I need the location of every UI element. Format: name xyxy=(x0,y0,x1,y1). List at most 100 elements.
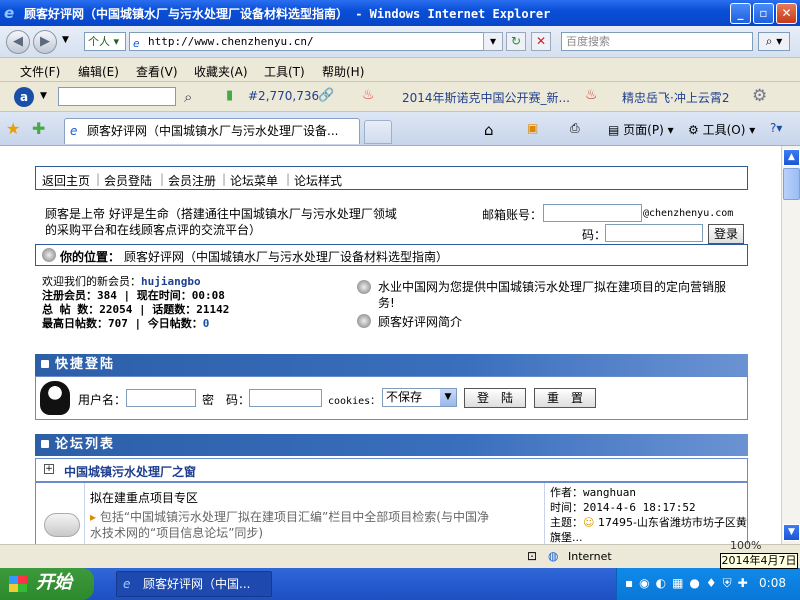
forum-category-link[interactable]: 中国城镇污水处理厂之窗 xyxy=(64,463,196,480)
back-button[interactable]: ◀ xyxy=(6,30,30,54)
new-tab-button[interactable] xyxy=(364,120,392,144)
address-input[interactable]: e http://www.chenzhenyu.cn/ ⟳ xyxy=(129,32,501,51)
tab-ie-icon: e xyxy=(70,124,78,138)
page-icon: e xyxy=(133,37,140,50)
tools-menu[interactable]: ⚙ 工具(O) ▾ xyxy=(688,121,755,138)
personal-button[interactable]: 个人 ▾ xyxy=(84,32,126,51)
toolbar-link-snooker[interactable]: 2014年斯诺克中国公开赛_新... xyxy=(402,89,570,106)
window-title-bar[interactable]: e 顾客好评网（中国城镇水厂与污水处理厂设备材料选型指南） - Windows … xyxy=(0,0,800,26)
toolbar-link-yuefei[interactable]: 精忠岳飞·冲上云霄2 xyxy=(622,89,729,106)
add-favorites-icon[interactable]: ✚ xyxy=(32,119,45,138)
magnifier-icon[interactable]: ⌕ xyxy=(184,88,192,106)
password-input[interactable] xyxy=(605,224,703,242)
menu-bar: 文件(F) 编辑(E) 查看(V) 收藏夹(A) 工具(T) 帮助(H) xyxy=(0,58,800,82)
taskbar-ie-icon: e xyxy=(123,577,131,591)
today-posts: 0 xyxy=(202,317,210,330)
favorites-star-icon[interactable]: ★ xyxy=(6,119,20,138)
cookies-select[interactable]: 不保存 ▼ xyxy=(382,388,457,407)
tools-gear-icon: ⚙ xyxy=(688,123,699,137)
location-value[interactable]: 顾客好评网（中国城镇水厂与污水处理厂设备材料选型指南） xyxy=(124,248,448,265)
nav-login[interactable]: 会员登陆 xyxy=(104,172,152,189)
link-icon[interactable]: 🔗 xyxy=(318,88,334,103)
forum-stats: 欢迎我们的新会员：hujiangbo 注册会员：384 | 现在时间：00:08… xyxy=(42,275,229,331)
fire-icon[interactable]: ♨ xyxy=(362,87,375,103)
email-input[interactable] xyxy=(543,204,642,222)
vertical-scrollbar[interactable]: ▲ ▼ xyxy=(781,146,800,544)
quick-password-label: 密 码： xyxy=(202,393,251,407)
topic-label: 主题： xyxy=(550,516,583,529)
board-title-link[interactable]: 拟在建重点项目专区 xyxy=(90,489,198,506)
nav-forum-style[interactable]: 论坛样式 xyxy=(294,172,342,189)
author-link[interactable]: wanghuan xyxy=(583,486,636,499)
alexa-icon[interactable]: a xyxy=(14,87,34,107)
tab-active[interactable]: e 顾客好评网（中国城镇水厂与污水处理厂设备... xyxy=(64,118,360,144)
notice-marketing[interactable]: 水业中国网为您提供中国城镇污水处理厂拟在建项目的定向营销服务! xyxy=(378,279,736,311)
nav-forum-menu[interactable]: 论坛菜单 xyxy=(230,172,278,189)
tab-title: 顾客好评网（中国城镇水厂与污水处理厂设备... xyxy=(87,124,339,138)
toolbar-search-input[interactable] xyxy=(58,87,176,106)
print-icon[interactable]: ⎙ xyxy=(570,121,580,136)
feed-icon[interactable]: ♨ xyxy=(585,87,598,103)
tools-menu-label: 工具(O) xyxy=(702,123,746,137)
home-icon[interactable]: ⌂ xyxy=(484,121,494,139)
speaker-icon xyxy=(357,314,371,328)
alexa-dropdown-icon[interactable]: ▼ xyxy=(40,91,47,101)
menu-view[interactable]: 查看(V) xyxy=(136,63,178,80)
nav-home[interactable]: 返回主页 xyxy=(42,172,90,189)
zone-label: Internet xyxy=(568,550,612,563)
nav-separator: | xyxy=(286,172,291,186)
board-description-text: 包括“中国城镇污水处理厂拟在建项目汇编”栏目中全部项目检索(与中国净水技术网的“… xyxy=(90,510,489,540)
help-icon[interactable]: ?▾ xyxy=(770,121,782,135)
tray-icons[interactable]: ▪◉◐▦●♦⛨✚ xyxy=(625,576,754,591)
forum-board-row: 拟在建重点项目专区 ▸ 包括“中国城镇污水处理厂拟在建项目汇编”栏目中全部项目检… xyxy=(35,482,748,544)
header-login-button[interactable]: 登录 xyxy=(708,224,744,244)
page-menu-label: 页面(P) xyxy=(623,123,664,137)
refresh-button[interactable]: ↻ xyxy=(506,32,526,51)
scroll-up-button[interactable]: ▲ xyxy=(783,149,800,166)
nav-register[interactable]: 会员注册 xyxy=(168,172,216,189)
maximize-button[interactable]: ▫ xyxy=(753,3,774,24)
tray-clock[interactable]: 0:08 xyxy=(759,576,786,590)
menu-help[interactable]: 帮助(H) xyxy=(322,63,364,80)
forum-category-row: + 中国城镇污水处理厂之窗 xyxy=(35,458,748,482)
close-button[interactable]: ✕ xyxy=(776,3,797,24)
search-icon: ⌕ xyxy=(765,34,773,48)
new-member-link[interactable]: hujiangbo xyxy=(141,275,201,288)
notice-intro[interactable]: 顾客好评网简介 xyxy=(378,313,462,330)
taskbar-item-ie[interactable]: e 顾客好评网（中国... xyxy=(116,571,272,597)
menu-file[interactable]: 文件(F) xyxy=(20,63,60,80)
forward-button[interactable]: ▶ xyxy=(33,30,57,54)
zoom-level[interactable]: 100% xyxy=(730,539,761,552)
page-menu[interactable]: ▤ 页面(P) ▾ xyxy=(608,121,674,138)
start-button[interactable]: 开始 xyxy=(0,568,94,600)
quick-reset-button[interactable]: 重 置 xyxy=(534,388,596,408)
history-dropdown-icon[interactable]: ▼ xyxy=(62,35,69,45)
address-dropdown-button[interactable]: ▾ xyxy=(483,32,503,51)
menu-edit[interactable]: 编辑(E) xyxy=(78,63,119,80)
menu-tools[interactable]: 工具(T) xyxy=(264,63,305,80)
quick-login-title: 快捷登陆 xyxy=(55,357,116,372)
arrow-right-icon: ▸ xyxy=(90,510,100,524)
quick-password-input[interactable] xyxy=(249,389,322,407)
search-button[interactable]: ⌕ ▾ xyxy=(758,32,790,51)
scroll-down-button[interactable]: ▼ xyxy=(783,524,800,541)
minimize-button[interactable]: _ xyxy=(730,3,751,24)
location-label: 你的位置： xyxy=(60,250,121,264)
alexa-rank[interactable]: #2,770,736 xyxy=(248,89,319,103)
rss-icon[interactable]: ▣ xyxy=(527,121,538,135)
site-slogan: 顾客是上帝 好评是生命（搭建通往中国城镇水厂与污水处理厂领域的采购平台和在线顾客… xyxy=(45,207,397,237)
scroll-thumb[interactable] xyxy=(783,168,800,200)
expand-icon[interactable]: + xyxy=(44,464,54,474)
url-text: http://www.chenzhenyu.cn/ xyxy=(148,35,314,48)
top-navigation: 返回主页 | 会员登陆 | 会员注册 | 论坛菜单 | 论坛样式 xyxy=(35,166,748,190)
board-description: ▸ 包括“中国城镇污水处理厂拟在建项目汇编”栏目中全部项目检索(与中国净水技术网… xyxy=(90,509,500,541)
quick-login-button[interactable]: 登 陆 xyxy=(464,388,526,408)
stop-button[interactable]: ✕ xyxy=(531,32,551,51)
post-time: 2014-4-6 18:17:52 xyxy=(583,501,696,514)
menu-favorites[interactable]: 收藏夹(A) xyxy=(194,63,248,80)
cookies-label: cookies： xyxy=(328,396,381,407)
search-input[interactable]: 百度搜索 xyxy=(561,32,753,51)
quick-username-input[interactable] xyxy=(126,389,196,407)
email-label: 邮箱账号： xyxy=(482,208,543,222)
gear-icon[interactable]: ⚙ xyxy=(752,86,767,106)
